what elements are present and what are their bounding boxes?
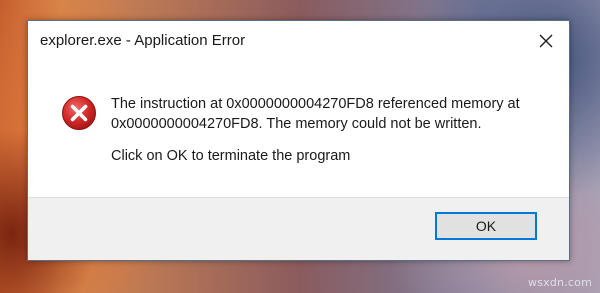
close-icon bbox=[539, 34, 553, 48]
message-line-2: 0x0000000004270FD8. The memory could not… bbox=[111, 116, 482, 132]
button-bar: OK bbox=[28, 197, 569, 260]
message-line-1: The instruction at 0x0000000004270FD8 re… bbox=[111, 96, 520, 112]
dialog-title: explorer.exe - Application Error bbox=[40, 32, 246, 49]
ok-button[interactable]: OK bbox=[435, 212, 537, 240]
dialog-content: The instruction at 0x0000000004270FD8 re… bbox=[28, 61, 569, 198]
watermark: wsxdn.com bbox=[528, 276, 592, 289]
error-icon bbox=[61, 95, 97, 131]
close-button[interactable] bbox=[523, 21, 569, 61]
error-message: The instruction at 0x0000000004270FD8 re… bbox=[111, 94, 551, 166]
title-bar[interactable]: explorer.exe - Application Error bbox=[28, 21, 569, 61]
application-error-dialog: explorer.exe - Application Error The ins… bbox=[27, 20, 570, 261]
instruction-text: Click on OK to terminate the program bbox=[111, 148, 351, 164]
